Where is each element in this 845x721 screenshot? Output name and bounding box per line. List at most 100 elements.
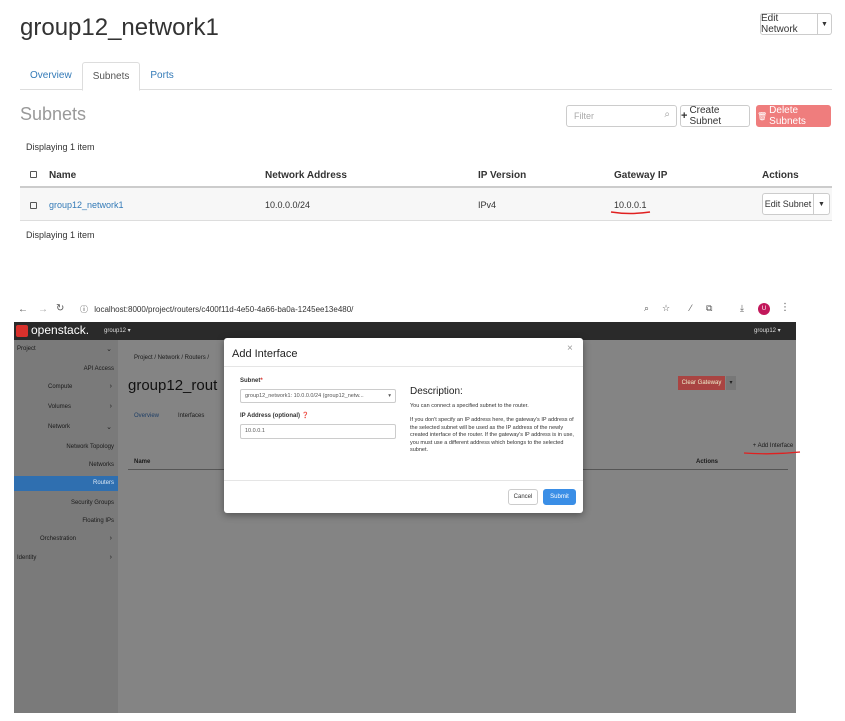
ip-address-input[interactable]: 10.0.0.1	[240, 424, 396, 439]
tab-interfaces[interactable]: Interfaces	[178, 413, 204, 419]
extension-icon[interactable]: ⁄	[690, 303, 692, 313]
tab-subnets[interactable]: Subnets	[81, 62, 141, 91]
create-subnet-button[interactable]: + Create Subnet	[680, 105, 750, 127]
edit-network-group: Edit Network ▼	[760, 13, 832, 35]
sidebar-item-routers-label: Routers	[92, 480, 114, 486]
row-divider	[20, 220, 832, 221]
subnets-heading: Subnets	[20, 104, 87, 124]
subnet-label: Subnet*	[240, 378, 263, 384]
chevron-right-icon: ›	[109, 535, 112, 542]
modal-header-divider	[224, 366, 583, 367]
sidebar-item-project[interactable]: Project	[17, 346, 36, 352]
sidebar-item-security-groups[interactable]: Security Groups	[71, 500, 114, 506]
download-icon[interactable]: ⤓	[740, 303, 744, 314]
sidebar-item-orchestration[interactable]: Orchestration	[40, 536, 76, 542]
chevron-down-icon: ⌄	[106, 346, 112, 353]
display-count-bottom: Displaying 1 item	[26, 230, 95, 240]
col-name[interactable]: Name	[49, 170, 76, 181]
filter-input[interactable]: Filter ⌕	[566, 105, 677, 127]
browser-toolbar: ← → ↻ ⓘ localhost:8000/project/routers/c…	[14, 299, 796, 321]
openstack-logo[interactable]: openstack.	[31, 323, 89, 337]
select-all-checkbox[interactable]	[30, 171, 37, 178]
url-text: localhost:8000/project/routers/c400f11d-…	[94, 305, 354, 314]
ip-address-label-text: IP Address (optional)	[240, 413, 301, 419]
annotation-underline	[743, 451, 801, 455]
modal-footer-divider	[224, 480, 583, 481]
cancel-button[interactable]: Cancel	[508, 489, 538, 505]
chevron-right-icon: ›	[109, 554, 112, 561]
zoom-icon[interactable]: ⌕	[644, 303, 649, 314]
display-count-top: Displaying 1 item	[26, 142, 95, 152]
delete-subnets-button[interactable]: 🗑 Delete Subnets	[756, 105, 831, 127]
delete-subnets-label: Delete Subnets	[769, 105, 806, 127]
caret-down-icon[interactable]: ▼	[814, 193, 830, 215]
description-body: If you don't specify an IP address here,…	[410, 417, 574, 453]
network-address-cell: 10.0.0.0/24	[265, 200, 311, 210]
caret-down-icon: ▾	[388, 393, 391, 399]
search-icon: ⌕	[664, 109, 670, 120]
clear-gateway-button[interactable]: Clear Gateway	[678, 376, 725, 390]
sidebar-item-networks[interactable]: Networks	[89, 462, 114, 468]
sidebar-item-volumes[interactable]: Volumes	[48, 404, 71, 410]
row-checkbox[interactable]	[30, 202, 37, 209]
tab-overview[interactable]: Overview	[20, 62, 82, 90]
help-icon[interactable]: ❓	[302, 413, 309, 419]
chevron-down-icon: ⌄	[106, 424, 112, 431]
sidebar-item-floating-ips[interactable]: Floating IPs	[82, 518, 114, 524]
col-network-address[interactable]: Network Address	[265, 170, 347, 181]
profile-avatar[interactable]: U	[758, 303, 770, 315]
user-menu[interactable]: group12 ▾	[754, 327, 781, 334]
col-name[interactable]: Name	[134, 459, 150, 465]
ip-version-cell: IPv4	[478, 200, 497, 210]
back-icon[interactable]: ←	[18, 304, 28, 315]
required-marker: *	[260, 378, 263, 384]
page-title: group12_network1	[20, 14, 219, 41]
sidebar-item-network-topology[interactable]: Network Topology	[66, 444, 114, 450]
caret-down-icon[interactable]: ▼	[818, 13, 832, 35]
project-selector[interactable]: group12 ▾	[104, 327, 131, 334]
close-icon[interactable]: ×	[567, 343, 573, 354]
submit-button[interactable]: Submit	[543, 489, 576, 505]
site-info-icon[interactable]: ⓘ	[80, 305, 88, 314]
router-title: group12_rout	[128, 377, 218, 394]
subnet-select[interactable]: group12_network1: 10.0.0.0/24 (group12_n…	[240, 389, 396, 403]
menu-icon[interactable]: ⋮	[780, 302, 790, 313]
openstack-logo-icon	[16, 325, 28, 337]
address-bar[interactable]: ⓘ localhost:8000/project/routers/c400f11…	[80, 302, 640, 318]
chevron-right-icon: ›	[109, 403, 112, 410]
breadcrumb[interactable]: Project / Network / Routers /	[134, 355, 209, 361]
edit-network-button[interactable]: Edit Network	[760, 13, 818, 35]
modal-title: Add Interface	[232, 348, 298, 360]
add-interface-modal: Add Interface × Subnet* group12_network1…	[224, 338, 583, 513]
subnet-label-text: Subnet	[240, 378, 261, 384]
tab-overview[interactable]: Overview	[134, 413, 159, 419]
col-gateway-ip[interactable]: Gateway IP	[614, 170, 667, 181]
ip-address-label: IP Address (optional) ❓	[240, 412, 309, 419]
network-detail-panel: group12_network1 Edit Network ▼ Overview…	[0, 0, 845, 260]
edit-subnet-group: Edit Subnet ▼	[762, 193, 830, 215]
forward-icon[interactable]: →	[38, 304, 48, 315]
tab-ports[interactable]: Ports	[140, 62, 183, 90]
create-subnet-label: Create Subnet	[689, 105, 722, 127]
filter-placeholder: Filter	[574, 111, 594, 121]
openstack-sidebar: Project ⌄ API Access Compute › Volumes ›…	[14, 340, 118, 713]
sidebar-item-network[interactable]: Network	[48, 424, 70, 430]
edit-subnet-button[interactable]: Edit Subnet	[762, 193, 814, 215]
table-row	[20, 188, 832, 220]
star-icon[interactable]: ☆	[662, 303, 670, 314]
description-intro: You can connect a specified subnet to th…	[410, 403, 529, 409]
annotation-underline	[610, 211, 651, 215]
plus-icon: +	[681, 110, 688, 122]
reload-icon[interactable]: ↻	[56, 303, 64, 314]
subnet-name-link[interactable]: group12_network1	[49, 200, 124, 210]
puzzle-icon[interactable]: ⧉	[706, 303, 712, 314]
chevron-right-icon: ›	[109, 383, 112, 390]
description-title: Description:	[410, 386, 463, 397]
sidebar-item-api-access[interactable]: API Access	[84, 366, 114, 372]
network-tabs: Overview Subnets Ports	[20, 62, 832, 91]
col-ip-version[interactable]: IP Version	[478, 170, 526, 181]
sidebar-item-routers[interactable]: Routers	[14, 476, 118, 491]
sidebar-item-compute[interactable]: Compute	[48, 384, 72, 390]
caret-down-icon[interactable]: ▾	[726, 376, 736, 390]
sidebar-item-identity[interactable]: Identity	[17, 555, 36, 561]
